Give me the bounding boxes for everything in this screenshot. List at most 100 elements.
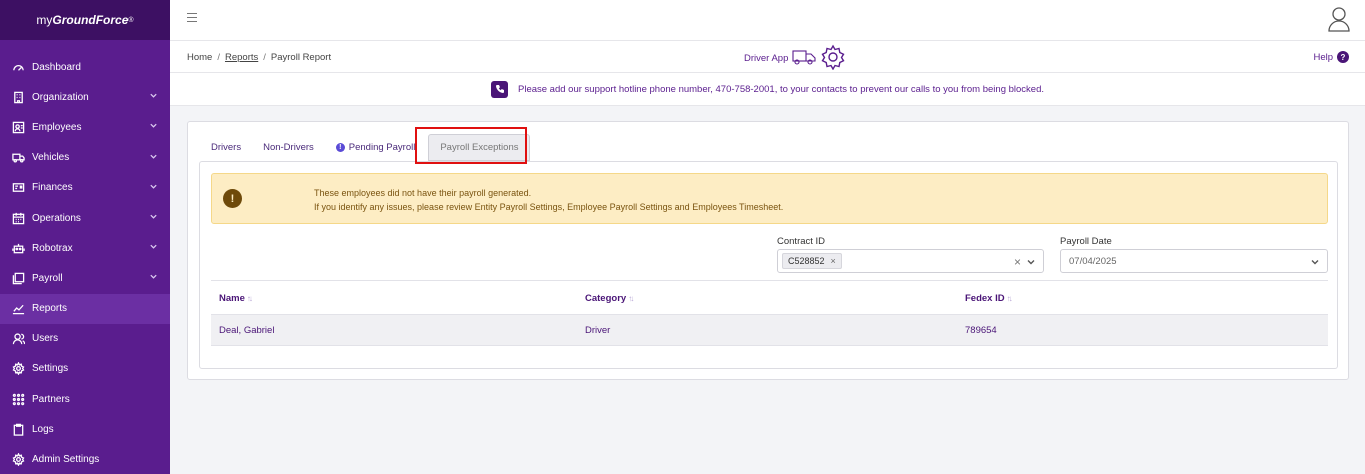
help-label: Help bbox=[1313, 51, 1333, 63]
hotline-banner: Please add our support hotline phone num… bbox=[170, 73, 1365, 106]
tab-drivers[interactable]: Drivers bbox=[200, 134, 252, 161]
sidebar-item-operations[interactable]: Operations bbox=[0, 203, 170, 233]
calendar-icon bbox=[11, 211, 25, 225]
truck-icon bbox=[11, 151, 25, 165]
users-icon bbox=[11, 332, 25, 346]
sidebar-item-label: Reports bbox=[32, 303, 68, 315]
employees-icon bbox=[11, 120, 25, 134]
pending-warning-icon: ! bbox=[335, 143, 345, 152]
user-profile-icon[interactable] bbox=[1328, 6, 1350, 32]
clipboard-icon bbox=[11, 422, 25, 436]
hamburger-menu-icon[interactable] bbox=[187, 13, 197, 23]
logo-prefix: my bbox=[36, 13, 53, 27]
contract-chip: C528852 × bbox=[782, 253, 842, 269]
breadcrumb-separator: / bbox=[263, 52, 266, 63]
report-tabs: Drivers Non-Drivers ! Pending Payroll Pay… bbox=[200, 134, 531, 161]
sidebar-item-robotrax[interactable]: Robotrax bbox=[0, 233, 170, 263]
logo-mark: ® bbox=[128, 16, 134, 24]
robot-icon bbox=[11, 241, 25, 255]
sidebar-item-label: Payroll bbox=[32, 272, 63, 284]
chevron-down-icon[interactable] bbox=[1026, 257, 1036, 270]
finances-icon bbox=[11, 181, 25, 195]
truck-icon bbox=[792, 49, 816, 68]
gear-icon bbox=[11, 362, 25, 376]
column-header-category[interactable]: Category ↑↓ bbox=[585, 293, 634, 304]
sort-icon: ↑↓ bbox=[628, 294, 634, 303]
sidebar-item-admin-settings[interactable]: Admin Settings bbox=[0, 444, 170, 474]
sidebar-item-label: Organization bbox=[32, 91, 89, 103]
phone-icon bbox=[491, 80, 508, 98]
driver-app-link[interactable]: Driver App bbox=[744, 44, 846, 73]
sidebar-item-payroll[interactable]: Payroll bbox=[0, 263, 170, 293]
tab-label: Payroll Exceptions bbox=[440, 142, 519, 153]
tab-payroll-exceptions[interactable]: Payroll Exceptions bbox=[428, 134, 531, 161]
payroll-date-select[interactable]: 07/04/2025 bbox=[1060, 249, 1328, 273]
driver-app-settings-icon[interactable] bbox=[820, 44, 846, 73]
payroll-icon bbox=[11, 271, 25, 285]
breadcrumb: Home / Reports / Payroll Report bbox=[187, 52, 331, 63]
alert-line-1: These employees did not have their payro… bbox=[314, 188, 532, 198]
contract-id-select[interactable]: C528852 × × bbox=[777, 249, 1044, 273]
help-icon: ? bbox=[1337, 51, 1349, 63]
chevron-down-icon bbox=[149, 152, 158, 164]
sidebar-item-label: Partners bbox=[32, 393, 70, 405]
contract-id-label: Contract ID bbox=[777, 236, 826, 247]
chart-icon bbox=[11, 302, 25, 316]
sidebar-item-logs[interactable]: Logs bbox=[0, 414, 170, 444]
sidebar-item-vehicles[interactable]: Vehicles bbox=[0, 143, 170, 173]
clear-selection-icon[interactable]: × bbox=[1014, 255, 1021, 269]
payroll-date-label: Payroll Date bbox=[1060, 236, 1112, 247]
sidebar-item-settings[interactable]: Settings bbox=[0, 354, 170, 384]
table-header: Name ↑↓ Category ↑↓ Fedex ID ↑↓ bbox=[211, 280, 1328, 315]
app-logo[interactable]: my GroundForce ® bbox=[0, 0, 170, 40]
sidebar-item-label: Admin Settings bbox=[32, 454, 100, 466]
chevron-down-icon bbox=[149, 272, 158, 284]
sort-icon: ↑↓ bbox=[1006, 294, 1013, 303]
exceptions-panel: ! These employees did not have their pay… bbox=[199, 161, 1338, 369]
column-label: Name bbox=[219, 293, 245, 304]
breadcrumb-reports[interactable]: Reports bbox=[225, 52, 258, 63]
sidebar-item-organization[interactable]: Organization bbox=[0, 82, 170, 112]
sidebar-item-label: Dashboard bbox=[32, 61, 81, 73]
payroll-date-value: 07/04/2025 bbox=[1069, 256, 1117, 267]
chevron-down-icon bbox=[149, 91, 158, 103]
column-header-name[interactable]: Name ↑↓ bbox=[219, 293, 253, 304]
admin-gear-icon bbox=[11, 453, 25, 467]
column-header-fedex-id[interactable]: Fedex ID ↑↓ bbox=[965, 293, 1013, 304]
sidebar-item-partners[interactable]: Partners bbox=[0, 384, 170, 414]
sidebar-item-reports[interactable]: Reports bbox=[0, 293, 170, 324]
table-row[interactable]: Deal, Gabriel Driver 789654 bbox=[211, 315, 1328, 346]
chevron-down-icon bbox=[149, 212, 158, 224]
column-label: Fedex ID bbox=[965, 293, 1005, 304]
exceptions-table: Name ↑↓ Category ↑↓ Fedex ID ↑↓ Deal, Gabri… bbox=[211, 280, 1328, 346]
sidebar-item-finances[interactable]: Finances bbox=[0, 173, 170, 203]
cell-fedex-id: 789654 bbox=[965, 325, 997, 336]
help-link[interactable]: Help ? bbox=[1313, 51, 1349, 63]
breadcrumb-home[interactable]: Home bbox=[187, 52, 212, 63]
chevron-down-icon bbox=[149, 242, 158, 254]
cell-category: Driver bbox=[585, 325, 611, 336]
tab-label: Drivers bbox=[211, 142, 242, 153]
chevron-down-icon bbox=[149, 121, 158, 133]
tab-pending-payroll[interactable]: ! Pending Payroll bbox=[325, 134, 427, 161]
sidebar-item-employees[interactable]: Employees bbox=[0, 112, 170, 142]
sidebar-item-label: Logs bbox=[32, 423, 54, 435]
sidebar-item-dashboard[interactable]: Dashboard bbox=[0, 52, 170, 82]
sidebar: my GroundForce ® Dashboard Organization Em… bbox=[0, 0, 170, 474]
sidebar-nav: Dashboard Organization Employees Vehicle… bbox=[0, 52, 170, 474]
hotline-message: Please add our support hotline phone num… bbox=[518, 83, 1044, 95]
tab-label: Non-Drivers bbox=[263, 142, 314, 153]
cell-name: Deal, Gabriel bbox=[219, 325, 275, 336]
sidebar-item-label: Users bbox=[32, 333, 59, 345]
sidebar-item-label: Finances bbox=[32, 182, 73, 194]
sidebar-item-label: Settings bbox=[32, 363, 69, 375]
chip-remove-icon[interactable]: × bbox=[831, 256, 836, 266]
chevron-down-icon[interactable] bbox=[1310, 257, 1320, 270]
payroll-report-card: Drivers Non-Drivers ! Pending Payroll Pay… bbox=[187, 121, 1349, 380]
column-label: Category bbox=[585, 293, 627, 304]
sidebar-item-label: Vehicles bbox=[32, 152, 70, 164]
contract-chip-label: C528852 bbox=[788, 256, 825, 266]
tab-non-drivers[interactable]: Non-Drivers bbox=[252, 134, 325, 161]
sidebar-item-users[interactable]: Users bbox=[0, 324, 170, 354]
logo-name: GroundForce bbox=[52, 13, 129, 27]
